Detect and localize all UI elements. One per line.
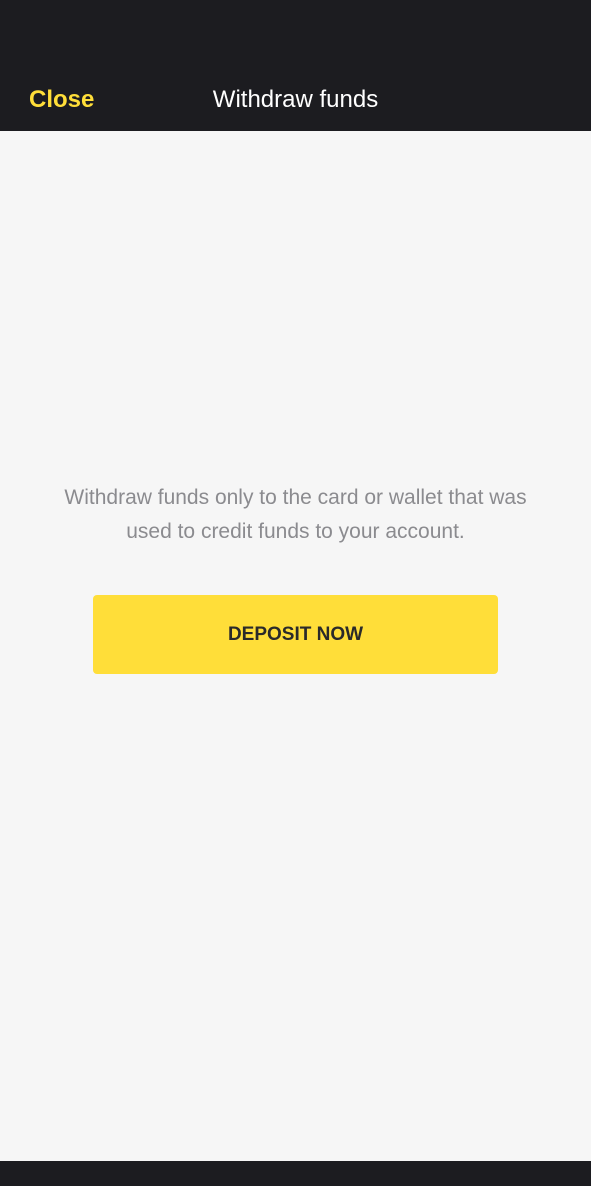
deposit-now-button[interactable]: DEPOSIT NOW — [93, 595, 498, 674]
bottom-bar — [0, 1161, 591, 1186]
page-title: Withdraw funds — [212, 86, 379, 113]
withdraw-notice: Withdraw funds only to the card or walle… — [64, 486, 527, 543]
top-navigation-bar: Close Withdraw funds — [0, 0, 591, 131]
